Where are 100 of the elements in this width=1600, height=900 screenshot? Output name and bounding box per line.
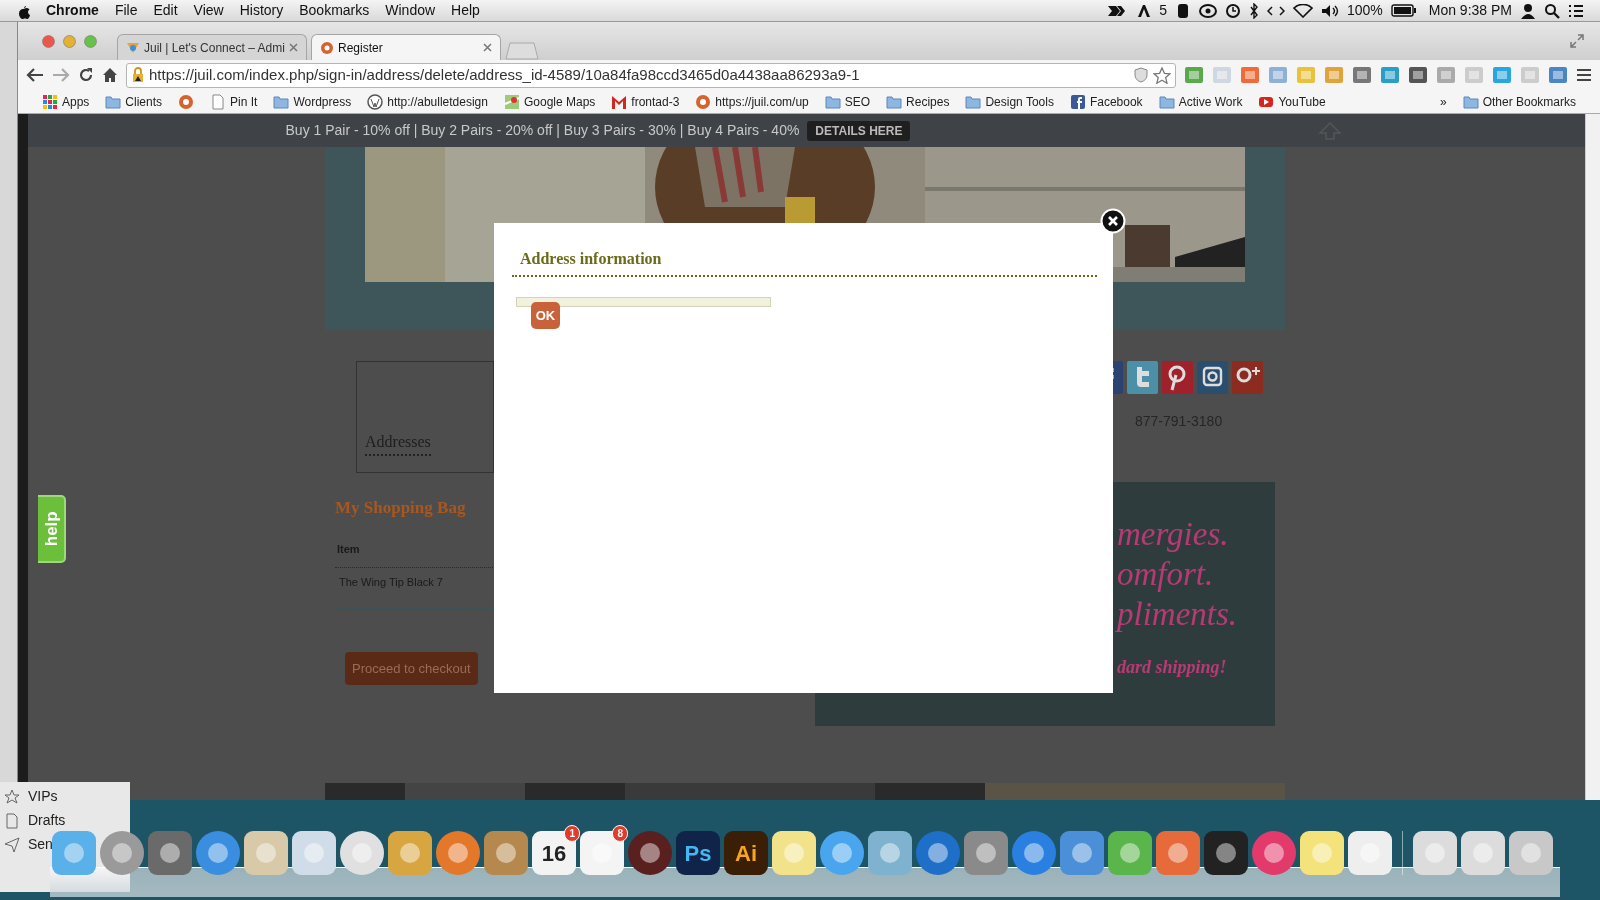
extension-icon[interactable] <box>1380 65 1400 85</box>
notification-badge: 1 <box>564 825 580 842</box>
window-control-icon[interactable] <box>42 34 55 48</box>
star-icon[interactable] <box>1153 66 1171 84</box>
app-menu[interactable]: Chrome <box>46 0 99 21</box>
bookmark[interactable]: Google Maps <box>503 92 596 111</box>
bookmark[interactable]: https://juil.com/up <box>695 92 809 111</box>
fullscreen-icon[interactable] <box>1570 34 1584 48</box>
app-tile[interactable]: Ai <box>724 831 768 875</box>
window-control-icon[interactable] <box>63 34 76 48</box>
bookmark[interactable]: Active Work <box>1158 92 1243 111</box>
bookmark[interactable]: Design Tools <box>965 92 1054 111</box>
extension-icon[interactable] <box>1408 65 1428 85</box>
mailbox-item[interactable]: Drafts <box>4 810 66 831</box>
wifi-icon[interactable] <box>1292 3 1313 18</box>
folder-icon <box>824 93 841 110</box>
browser-tab[interactable]: Juil | Let's Connect – Admi <box>117 34 307 60</box>
promo-text: Buy 1 Pair - 10% off | Buy 2 Pairs - 20% off | Buy 3 Pairs - 30% | Buy 4 Pairs - 40% <box>285 121 800 140</box>
bookmark[interactable]: Facebook <box>1069 92 1143 111</box>
bookmark[interactable]: frontad-3 <box>611 92 680 111</box>
home-icon[interactable] <box>102 67 118 83</box>
browser-tab[interactable]: Register <box>311 34 501 60</box>
app-icon[interactable] <box>148 831 192 875</box>
favicon-icon <box>503 93 520 110</box>
app-icon[interactable] <box>1204 831 1248 875</box>
menu-icon[interactable] <box>1576 68 1592 82</box>
app-icon[interactable] <box>1252 831 1296 875</box>
bookmark[interactable]: Wordpress <box>273 92 352 111</box>
favicon-icon <box>178 93 195 110</box>
mailbox-item[interactable]: VIPs <box>4 786 58 807</box>
user-icon[interactable] <box>1520 2 1536 19</box>
favicon-icon <box>126 40 140 55</box>
bookmark[interactable]: YouTube <box>1258 92 1326 111</box>
folder-icon <box>1462 93 1479 110</box>
app-icon[interactable] <box>916 831 960 875</box>
extension-icon[interactable] <box>1240 65 1260 85</box>
app-icon[interactable] <box>340 831 384 875</box>
input-field[interactable] <box>516 297 771 307</box>
menu-item[interactable]: Bookmarks <box>299 0 370 21</box>
bookmark[interactable] <box>178 93 195 110</box>
shield-icon[interactable] <box>1133 67 1149 83</box>
scrollbar[interactable] <box>1585 114 1600 800</box>
folder-icon <box>105 93 122 110</box>
bookmark[interactable]: Clients <box>105 92 163 111</box>
tab-title: Juil | Let's Connect – Admi <box>144 39 285 57</box>
menu-item[interactable]: File <box>114 0 138 21</box>
banner-text: mergies. <box>1116 515 1230 554</box>
bookmark[interactable]: Other Bookmarks <box>1462 92 1576 111</box>
app-icon[interactable] <box>628 831 672 875</box>
app-tile[interactable]: Ps <box>676 831 720 875</box>
menu-item[interactable]: Window <box>385 0 436 21</box>
bluetooth-icon[interactable] <box>1248 2 1259 19</box>
volume-icon[interactable] <box>1320 3 1339 18</box>
window-control-icon[interactable] <box>84 34 97 48</box>
google-plus-icon[interactable] <box>1232 361 1263 394</box>
time-machine-icon[interactable] <box>1224 2 1241 19</box>
tab-title: Register <box>338 39 384 57</box>
app-icon[interactable] <box>436 831 480 875</box>
banner-note: dard shipping! <box>1116 656 1228 679</box>
bookmark[interactable]: Apps <box>42 92 90 111</box>
app-icon[interactable] <box>196 831 240 875</box>
app-icon[interactable] <box>1012 831 1056 875</box>
pinterest-icon[interactable] <box>1162 361 1193 394</box>
forward-icon[interactable] <box>52 67 70 83</box>
menu-item[interactable]: Edit <box>153 0 178 21</box>
bookmark[interactable]: Recipes <box>886 92 950 111</box>
search-icon[interactable] <box>1544 2 1560 19</box>
folder-icon <box>965 93 982 110</box>
app-icon[interactable] <box>820 831 864 875</box>
bookmark[interactable]: http://abulletdesign <box>367 92 488 111</box>
url-text: https://juil.com/index.php/sign-in/address/delete/address_id-4589/10a84fa98ccd3465d0a4438aa86293a9-1 <box>149 64 861 85</box>
banner-text: pliments. <box>1114 595 1239 634</box>
favicon-icon <box>695 93 712 110</box>
bookmark[interactable]: Pin It <box>210 92 258 111</box>
mailbox-icon <box>4 836 20 853</box>
bookmarks-overflow[interactable]: » <box>1439 92 1447 111</box>
clock[interactable]: Mon 9:38 PM <box>1428 0 1512 21</box>
folder-icon <box>273 93 290 110</box>
menu-item[interactable]: Help <box>451 0 480 21</box>
app-icon[interactable] <box>580 831 624 875</box>
address-bar[interactable]: https://juil.com/index.php/sign-in/address/delete/address_id-4589/10a84fa98ccd3465d0a4438aa86293a9-1 <box>126 62 1176 88</box>
menu-item[interactable]: History <box>239 0 284 21</box>
back-icon[interactable] <box>26 67 44 83</box>
notification-badge: 8 <box>612 825 628 842</box>
bookmark[interactable]: SEO <box>824 92 871 111</box>
lock-warning-icon <box>131 67 145 83</box>
favicon-icon <box>210 93 227 110</box>
banner-text: omfort. <box>1116 555 1215 594</box>
menu-icon[interactable] <box>1568 3 1584 18</box>
extension-icon[interactable] <box>1352 65 1372 85</box>
twitter-icon[interactable] <box>1127 361 1158 394</box>
mailbox-item[interactable]: Sen <box>4 834 53 855</box>
details-button[interactable]: DETAILS HERE <box>807 120 911 141</box>
menu-item[interactable]: View <box>193 0 224 21</box>
folder-icon <box>886 93 903 110</box>
battery-icon[interactable] <box>1390 4 1417 17</box>
instagram-icon[interactable] <box>1197 361 1228 394</box>
reload-icon[interactable] <box>78 67 94 83</box>
extension-icon[interactable] <box>1548 65 1568 85</box>
bag-title: My Shopping Bag <box>335 497 467 519</box>
